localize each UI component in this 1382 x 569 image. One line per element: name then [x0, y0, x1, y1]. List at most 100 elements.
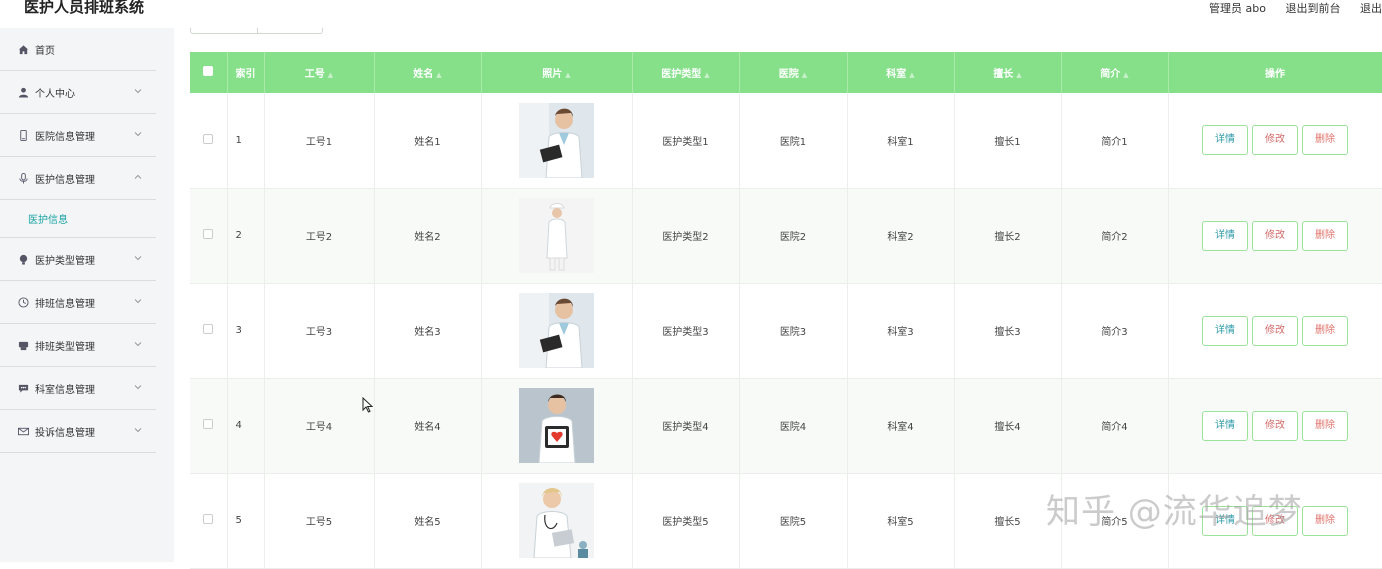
sidebar-item-hospital[interactable]: 医院信息管理 [0, 114, 156, 157]
mail-icon [17, 425, 29, 437]
sort-icon[interactable]: ▲ [565, 71, 570, 79]
back-to-front-link[interactable]: 退出到前台 [1286, 2, 1341, 15]
sidebar-item-label: 首页 [35, 45, 55, 57]
sort-icon[interactable]: ▲ [436, 71, 441, 79]
delete-button[interactable]: 删除 [1302, 125, 1348, 156]
index-cell: 2 [227, 188, 265, 284]
detail-button[interactable]: 详情 [1202, 315, 1248, 346]
index-cell: 5 [227, 473, 265, 569]
dept-cell: 科室4 [847, 378, 955, 474]
row-checkbox[interactable] [203, 229, 214, 239]
edit-button[interactable]: 修改 [1252, 315, 1298, 346]
sidebar-subitem-medical-info[interactable]: 医护信息 [0, 200, 156, 238]
col-header[interactable]: 简介 ▲ [1061, 52, 1169, 93]
name-cell: 姓名2 [374, 188, 482, 284]
actions-cell: 详情 修改 删除 [1168, 283, 1382, 379]
sort-icon[interactable]: ▲ [1123, 71, 1128, 79]
delete-button[interactable]: 删除 [1302, 410, 1348, 441]
intro-cell: 简介1 [1061, 93, 1169, 189]
detail-button[interactable]: 详情 [1202, 220, 1248, 251]
row-checkbox[interactable] [203, 133, 214, 144]
sidebar-item-label: 排班信息管理 [35, 298, 95, 310]
dept-cell: 科室2 [847, 188, 955, 284]
index-cell: 4 [227, 378, 265, 474]
type-cell: 医护类型5 [632, 473, 740, 569]
detail-button[interactable]: 详情 [1202, 410, 1248, 441]
col-header[interactable]: 科室 ▲ [847, 52, 955, 93]
intro-cell: 简介3 [1061, 283, 1169, 379]
type-cell: 医护类型4 [632, 378, 740, 474]
sidebar-item-complaint[interactable]: 投诉信息管理 [0, 410, 156, 453]
hospital-cell: 医院1 [739, 93, 848, 189]
type-cell: 医护类型1 [632, 93, 740, 189]
gonghao-cell: 工号3 [264, 283, 375, 379]
intro-cell: 简介2 [1061, 188, 1169, 284]
col-header[interactable]: 医护类型 ▲ [632, 52, 740, 93]
delete-button[interactable]: 删除 [1302, 505, 1348, 536]
admin-label: 管理员 abo [1209, 2, 1266, 15]
logout-link[interactable]: 退出 [1360, 2, 1382, 15]
sidebar-item-label: 医护类型管理 [35, 255, 95, 267]
dept-cell: 科室5 [847, 473, 955, 569]
col-header[interactable]: 擅长 ▲ [954, 52, 1062, 93]
delete-button[interactable]: 删除 [1302, 315, 1348, 346]
detail-button[interactable]: 详情 [1202, 125, 1248, 156]
row-select-cell[interactable] [190, 93, 228, 189]
sidebar-item-staff-type[interactable]: 医护类型管理 [0, 238, 156, 281]
dept-cell: 科室1 [847, 93, 955, 189]
toolbar-buttons[interactable] [190, 28, 323, 34]
sort-icon[interactable]: ▲ [328, 71, 333, 79]
sidebar-item-label: 医护信息管理 [35, 174, 95, 186]
col-header[interactable]: 工号 ▲ [264, 52, 375, 93]
table-row: 2 工号2 姓名2 医护类型2 医院2 科室2 擅长2 简介2 详情 修改 删除 [190, 188, 1382, 284]
row-select-cell[interactable] [190, 188, 228, 284]
row-select-cell[interactable] [190, 378, 228, 474]
chevron-down-icon [133, 426, 143, 436]
row-checkbox[interactable] [203, 324, 214, 334]
photo-cell [481, 283, 633, 379]
photo-cell [481, 93, 633, 189]
watermark: 知乎 @流华追梦 [1046, 492, 1303, 532]
index-cell: 3 [227, 283, 265, 379]
intro-cell: 简介4 [1061, 378, 1169, 474]
sidebar-item-home[interactable]: 首页 [0, 28, 156, 71]
select-all-cell[interactable] [190, 52, 228, 93]
col-header[interactable]: 姓名 ▲ [374, 52, 482, 93]
sort-icon[interactable]: ▲ [802, 71, 807, 79]
actions-cell: 详情 修改 删除 [1168, 378, 1382, 474]
type-cell: 医护类型2 [632, 188, 740, 284]
sidebar-item-schedule-info[interactable]: 排班信息管理 [0, 281, 156, 324]
photo-cell [481, 473, 633, 569]
edit-button[interactable]: 修改 [1252, 125, 1298, 156]
gonghao-cell: 工号1 [264, 93, 375, 189]
sort-icon[interactable]: ▲ [1016, 71, 1021, 79]
main-content: 索引 工号 ▲ 姓名 ▲ 照片 ▲ 医护类型 ▲ 医院 ▲ 科室 ▲ 擅长 ▲ 简介 ▲ 操作 … [174, 28, 1382, 569]
delete-button[interactable]: 删除 [1302, 220, 1348, 251]
sort-icon[interactable]: ▲ [704, 71, 709, 79]
edit-button[interactable]: 修改 [1252, 410, 1298, 441]
sidebar-item-schedule-type[interactable]: 排班类型管理 [0, 324, 156, 367]
row-select-cell[interactable] [190, 473, 228, 569]
sort-icon[interactable]: ▲ [909, 71, 914, 79]
chevron-down-icon [133, 254, 143, 264]
sidebar-item-medical-staff[interactable]: 医护信息管理 [0, 157, 156, 200]
select-all-checkbox[interactable] [203, 66, 214, 76]
edit-button[interactable]: 修改 [1252, 220, 1298, 251]
sidebar-item-personal-center[interactable]: 个人中心 [0, 71, 156, 114]
gonghao-cell: 工号4 [264, 378, 375, 474]
sidebar-item-department[interactable]: 科室信息管理 [0, 367, 156, 410]
col-header[interactable]: 照片 ▲ [481, 52, 633, 93]
chevron-down-icon [133, 340, 143, 350]
staff-photo [519, 388, 594, 463]
hospital-cell: 医院5 [739, 473, 848, 569]
row-select-cell[interactable] [190, 283, 228, 379]
chevron-up-icon [133, 173, 143, 183]
index-cell: 1 [227, 93, 265, 189]
gonghao-cell: 工号2 [264, 188, 375, 284]
chevron-down-icon [133, 87, 143, 97]
row-checkbox[interactable] [203, 419, 214, 429]
app-title: 医护人员排班系统 [24, 0, 145, 16]
row-checkbox[interactable] [203, 514, 214, 524]
staff-photo [519, 198, 594, 273]
col-header[interactable]: 医院 ▲ [739, 52, 848, 93]
